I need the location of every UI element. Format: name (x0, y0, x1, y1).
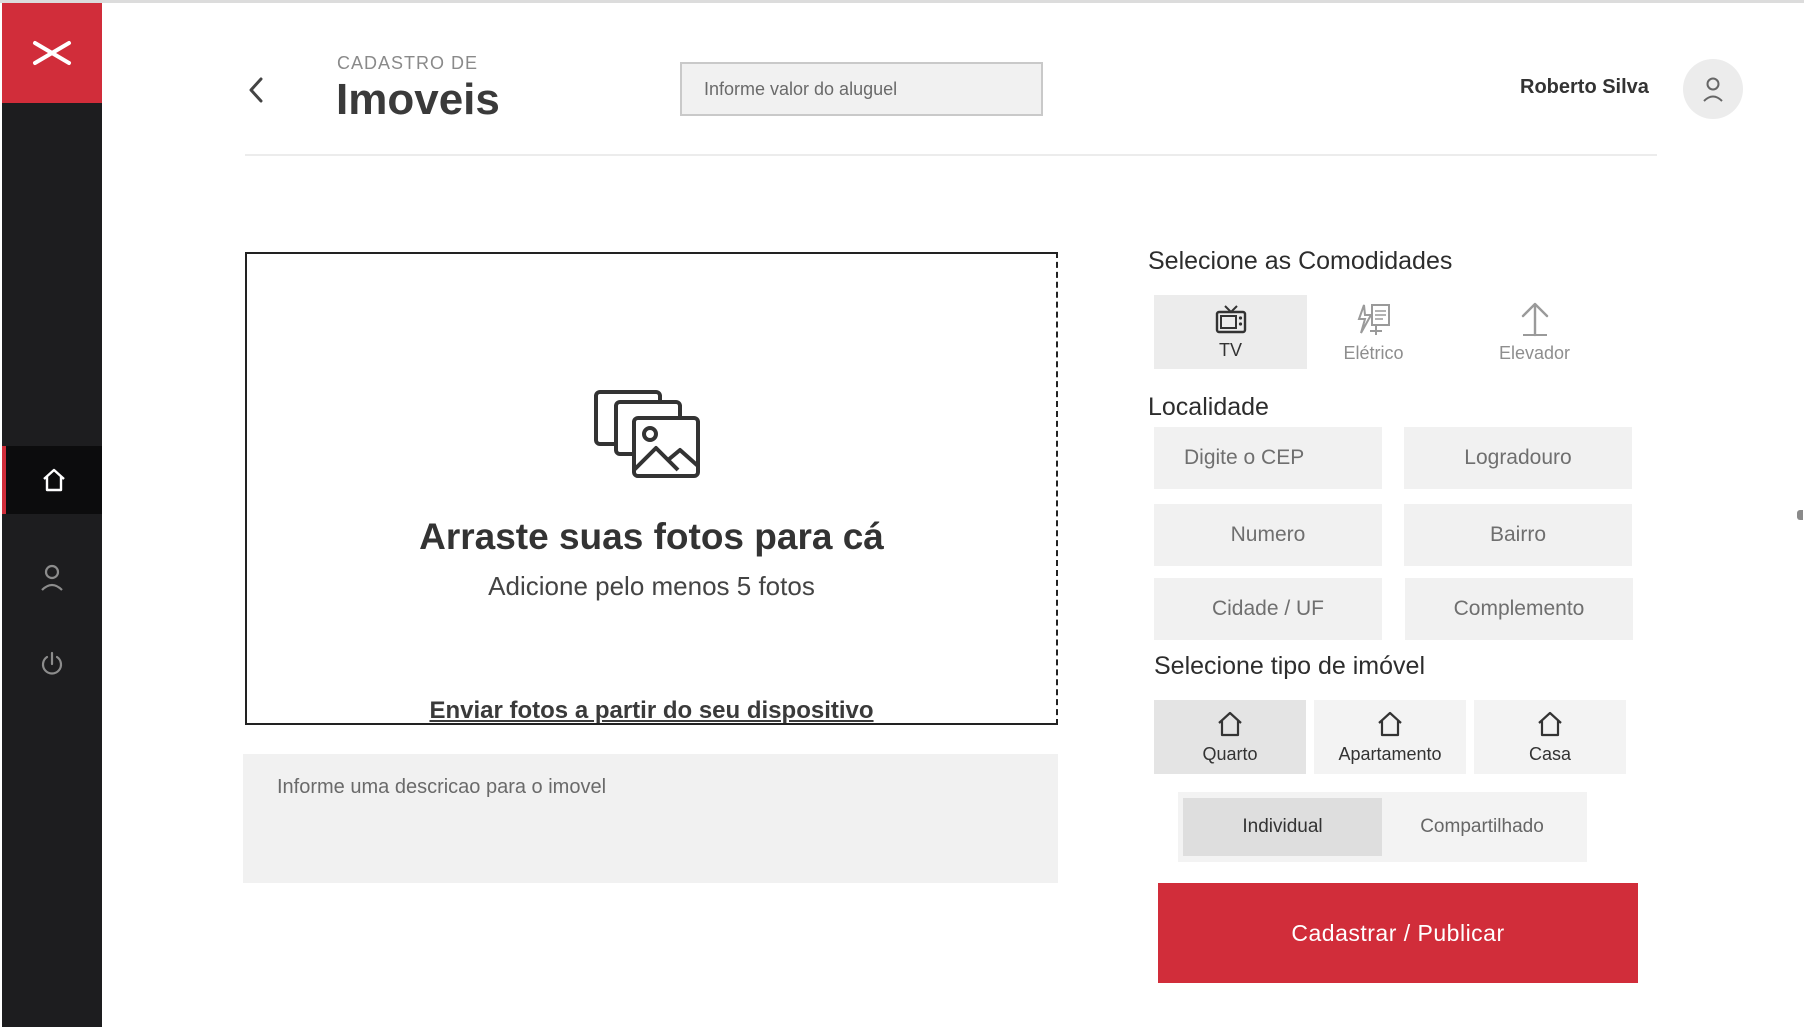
chevron-left-icon (249, 77, 263, 103)
number-field[interactable] (1154, 504, 1382, 566)
sidebar-item-logout[interactable] (2, 630, 102, 698)
home-icon (43, 468, 65, 492)
location-title: Localidade (1148, 393, 1269, 421)
scroll-indicator (1797, 510, 1803, 520)
amenities-title: Selecione as Comodidades (1148, 247, 1453, 275)
city-field[interactable] (1154, 578, 1382, 640)
complement-field[interactable] (1405, 578, 1633, 640)
type-label: Quarto (1202, 743, 1258, 764)
power-icon (41, 651, 63, 675)
rent-value-input[interactable] (680, 62, 1043, 116)
property-type-title: Selecione tipo de imóvel (1154, 652, 1425, 680)
sidebar-item-profile[interactable] (2, 543, 102, 611)
type-casa[interactable]: Casa (1474, 700, 1626, 774)
amenity-label: TV (1218, 339, 1242, 360)
district-field[interactable] (1404, 504, 1632, 566)
type-apartamento[interactable]: Apartamento (1314, 700, 1466, 774)
page-title: Imoveis (336, 75, 500, 124)
photos-icon (594, 390, 700, 478)
sidebar-item-home[interactable] (2, 446, 102, 514)
sharing-toggle: Individual Compartilhado (1178, 792, 1587, 862)
electric-icon (1357, 303, 1390, 335)
house-icon (1538, 711, 1562, 736)
sidebar (2, 3, 102, 1027)
logo-icon (33, 41, 71, 65)
amenity-electric[interactable]: Elétrico (1297, 295, 1450, 369)
type-label: Apartamento (1338, 743, 1442, 764)
house-icon (1378, 711, 1402, 736)
header-divider (245, 154, 1657, 156)
cep-field[interactable] (1154, 427, 1382, 489)
amenity-label: Elétrico (1343, 342, 1404, 363)
upload-from-device-link[interactable]: Enviar fotos a partir do seu dispositivo (247, 697, 1056, 725)
house-icon (1218, 711, 1242, 736)
amenity-elevator[interactable]: Elevador (1458, 295, 1611, 369)
description-field[interactable] (243, 754, 1058, 883)
logo[interactable] (2, 3, 102, 103)
user-name: Roberto Silva (1520, 76, 1649, 98)
submit-publish-button[interactable]: Cadastrar / Publicar (1158, 883, 1638, 983)
toggle-individual[interactable]: Individual (1183, 798, 1382, 856)
dropzone-title: Arraste suas fotos para cá (419, 516, 884, 557)
amenity-tv[interactable]: TV (1154, 295, 1307, 369)
type-quarto[interactable]: Quarto (1154, 700, 1306, 774)
street-field[interactable] (1404, 427, 1632, 489)
page-eyebrow: CADASTRO DE (337, 53, 479, 73)
tv-icon (1215, 304, 1246, 333)
amenity-label: Elevador (1498, 342, 1571, 363)
avatar[interactable] (1683, 59, 1743, 119)
user-icon (1703, 77, 1723, 102)
elevator-icon (1521, 302, 1548, 336)
dropzone-subtitle: Adicione pelo menos 5 fotos (488, 571, 815, 601)
type-label: Casa (1528, 743, 1572, 764)
back-button[interactable] (244, 72, 268, 108)
user-icon (41, 564, 63, 591)
photo-dropzone[interactable]: Arraste suas fotos para cá Adicione pelo… (245, 252, 1058, 725)
toggle-compartilhado[interactable]: Compartilhado (1382, 798, 1582, 856)
